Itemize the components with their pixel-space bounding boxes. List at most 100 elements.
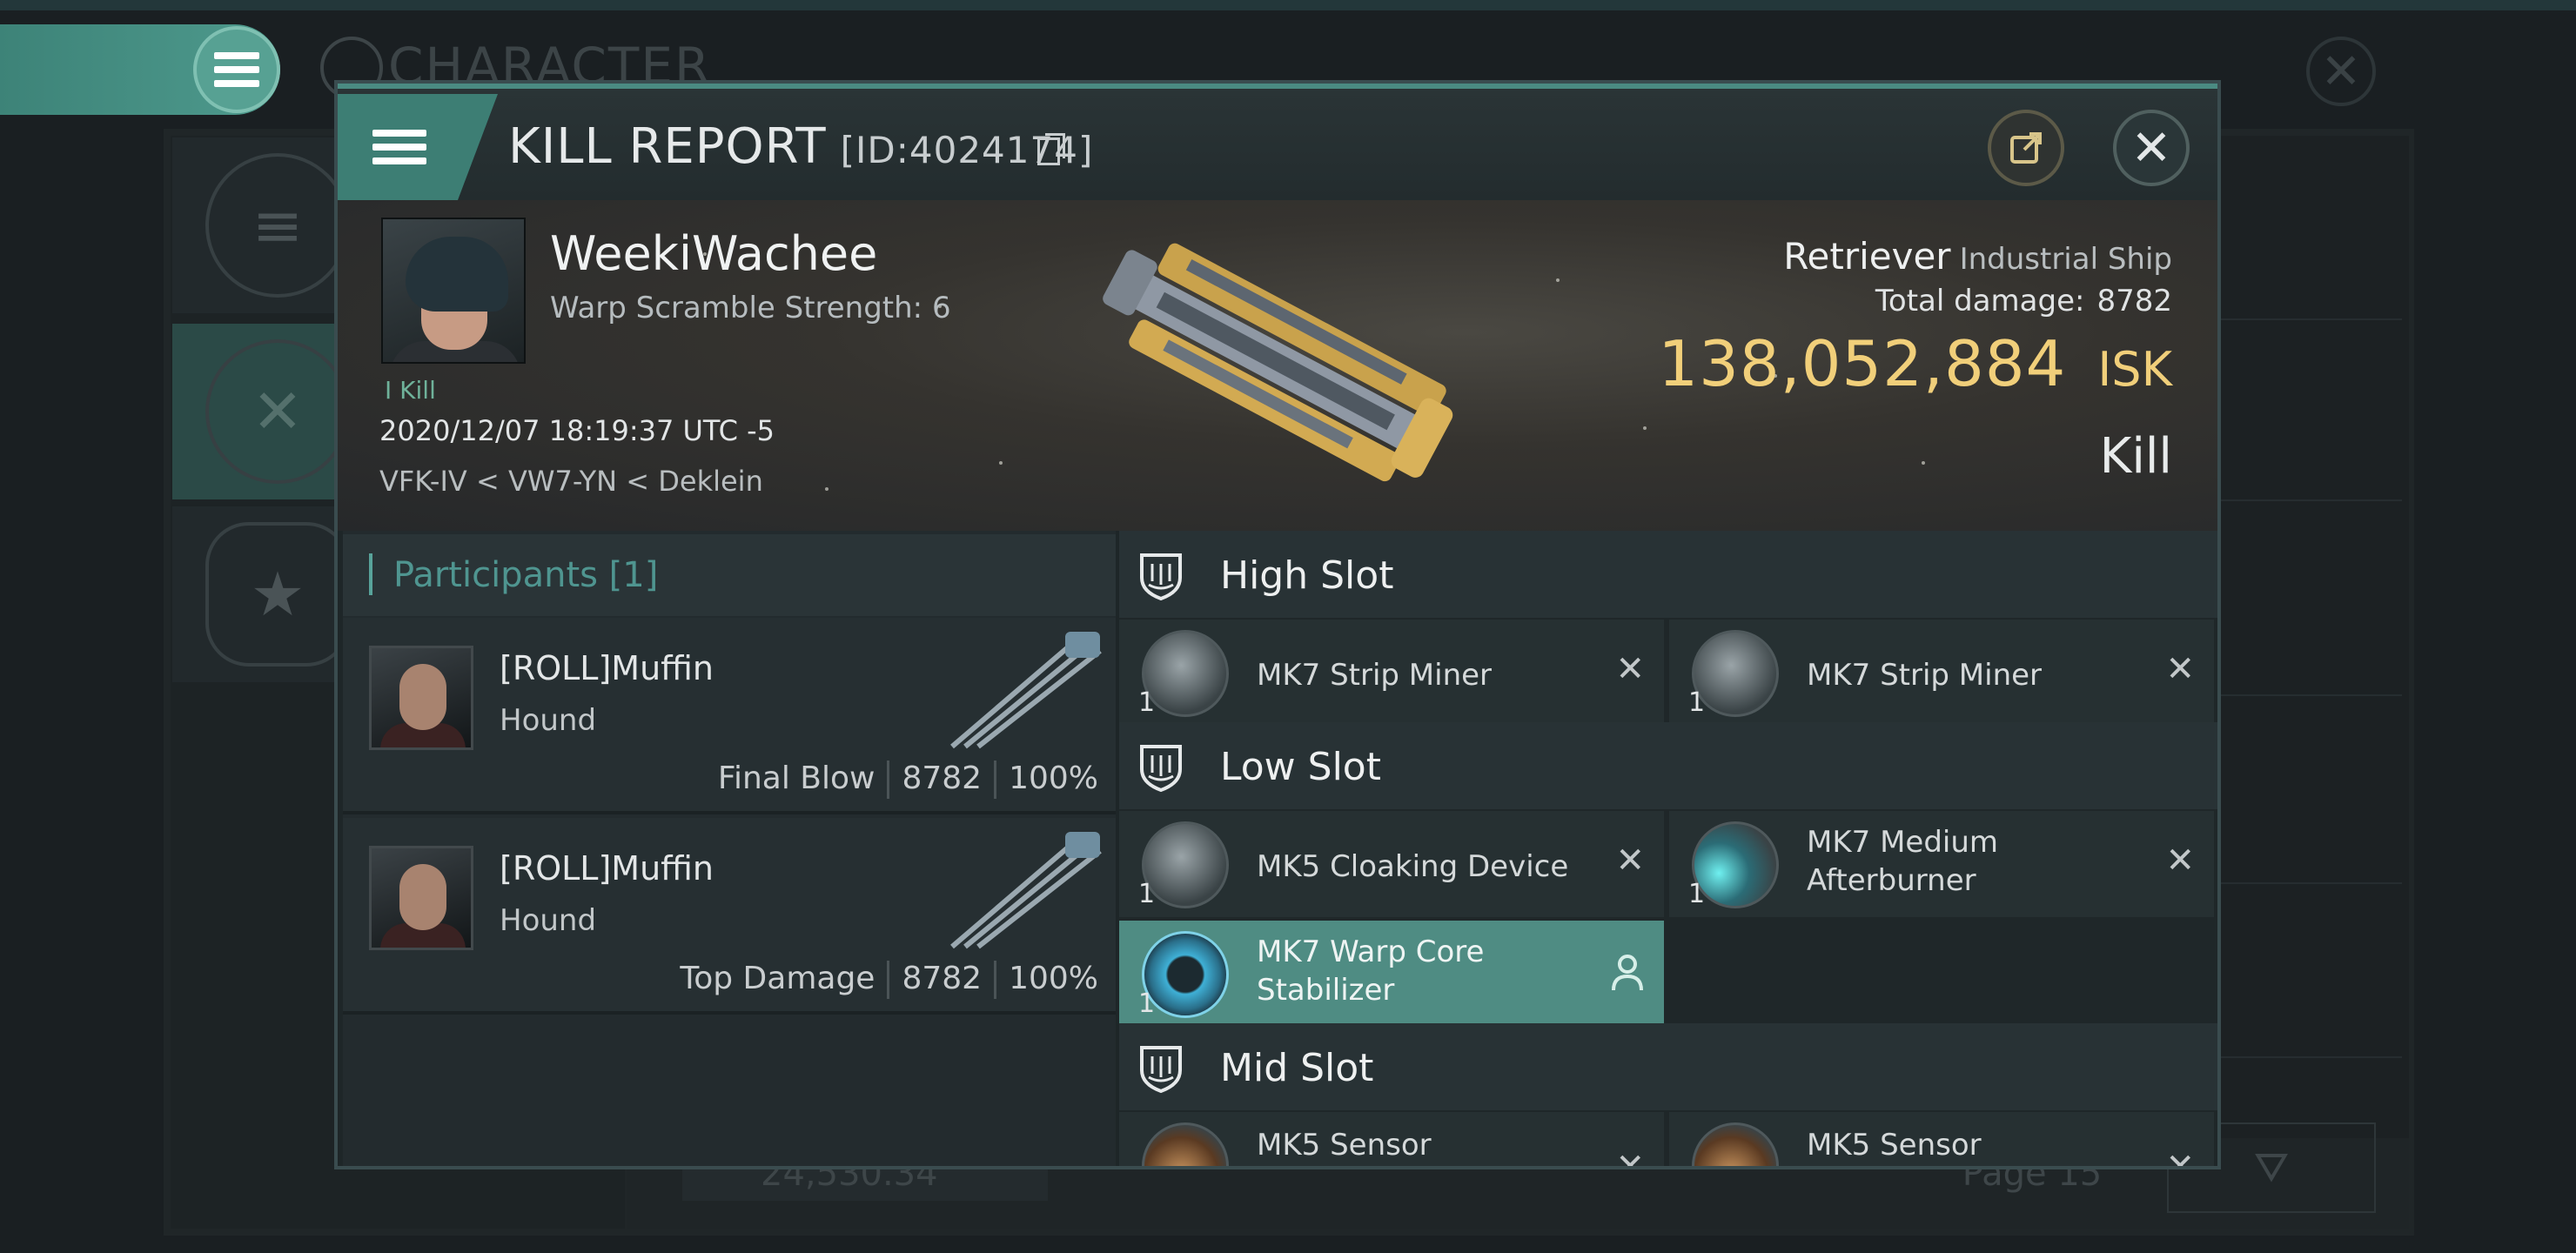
fitting-panel: High Slot 1 MK7 Strip Miner ✕ 1 MK7 Stri… bbox=[1119, 531, 2217, 1169]
high-slot-header: High Slot bbox=[1119, 531, 2217, 618]
participant-portrait[interactable] bbox=[369, 646, 473, 750]
ship-name-line: Retriever Industrial Ship bbox=[1783, 235, 2172, 278]
participant-ship: Hound bbox=[500, 703, 597, 738]
module-quantity: 1 bbox=[1138, 687, 1156, 718]
destroyed-icon: ✕ bbox=[1615, 1147, 1645, 1169]
sensor-icon bbox=[1692, 1122, 1779, 1166]
low-slot-header: Low Slot bbox=[1119, 722, 2217, 809]
ship-name: Retriever bbox=[1783, 235, 1951, 278]
background-close-button[interactable]: ✕ bbox=[2306, 37, 2376, 106]
module-name: MK7 Warp Core Stabilizer bbox=[1257, 933, 1484, 1009]
destroyed-icon: ✕ bbox=[1615, 649, 1645, 689]
participants-panel: Participants [1] [ROLL]Muffin Hound Fina… bbox=[343, 531, 1116, 1166]
participants-title: Participants [1] bbox=[393, 555, 659, 595]
slot-shield-icon bbox=[1140, 1046, 1182, 1093]
hamburger-icon bbox=[372, 130, 426, 164]
weapon-icon bbox=[950, 832, 1102, 949]
warp-scramble-strength: Warp Scramble Strength: 6 bbox=[550, 291, 951, 325]
close-icon: ✕ bbox=[2320, 43, 2362, 100]
list-icon: ≡ bbox=[205, 153, 350, 298]
module-slot[interactable]: MK5 Sensor ✕ bbox=[1119, 1112, 1664, 1169]
participant-row[interactable]: [ROLL]Muffin Hound Top Damage 8782 100% bbox=[343, 818, 1116, 1015]
module-quantity: 1 bbox=[1688, 687, 1706, 718]
participant-role: Final Blow bbox=[717, 761, 875, 796]
dialog-menu-button[interactable] bbox=[338, 94, 498, 200]
dialog-title: KILL REPORT [ID:4024174] bbox=[508, 118, 1093, 175]
module-name-line: MK7 Medium bbox=[1807, 825, 1999, 860]
participant-percent: 100% bbox=[1009, 961, 1098, 996]
isk-value: 138,052,884 bbox=[1658, 327, 2067, 400]
main-menu-button[interactable] bbox=[193, 26, 280, 113]
participant-stats: Final Blow 8782 100% bbox=[718, 761, 1098, 799]
module-slot[interactable]: 1 MK7 Strip Miner ✕ bbox=[1669, 620, 2214, 726]
victim-portrait[interactable] bbox=[381, 218, 526, 364]
module-slot[interactable]: 1 MK5 Cloaking Device ✕ bbox=[1119, 811, 1664, 917]
module-name: MK5 Cloaking Device bbox=[1257, 849, 1569, 884]
module-name: MK7 Strip Miner bbox=[1257, 658, 1493, 693]
module-quantity: 1 bbox=[1138, 879, 1156, 909]
result-label: Kill bbox=[2099, 428, 2172, 485]
module-name: MK7 Strip Miner bbox=[1807, 658, 2043, 693]
slot-shield-icon bbox=[1140, 745, 1182, 792]
kill-report-dialog: KILL REPORT [ID:4024174] ✕ WeekiWachee Wa… bbox=[334, 80, 2221, 1169]
participant-damage: 8782 bbox=[902, 961, 983, 996]
victim-ship-image bbox=[1103, 243, 1453, 482]
kill-location: VFK-IV < VW7-YN < Deklein bbox=[379, 465, 763, 498]
module-quantity: 1 bbox=[1688, 879, 1706, 909]
participant-role: Top Damage bbox=[680, 961, 875, 996]
module-name: MK5 Sensor bbox=[1807, 1128, 1982, 1163]
module-quantity: 1 bbox=[1138, 988, 1156, 1019]
module-slot[interactable]: 1 MK7 Medium Afterburner ✕ bbox=[1669, 811, 2214, 917]
participant-ship: Hound bbox=[500, 903, 597, 938]
participant-portrait[interactable] bbox=[369, 846, 473, 950]
star-icon: ★ bbox=[205, 522, 350, 667]
hamburger-icon bbox=[214, 52, 259, 87]
module-name-line: MK7 Warp Core bbox=[1257, 935, 1485, 969]
kill-timestamp: 2020/12/07 18:19:37 UTC -5 bbox=[379, 414, 775, 447]
close-button[interactable]: ✕ bbox=[2113, 110, 2190, 186]
participant-damage: 8782 bbox=[902, 761, 983, 796]
user-icon bbox=[1612, 955, 1643, 991]
participant-percent: 100% bbox=[1009, 761, 1098, 796]
participants-header: Participants [1] bbox=[343, 534, 1116, 616]
module-name-line: Afterburner bbox=[1807, 863, 1976, 898]
participant-name: [ROLL]Muffin bbox=[500, 649, 714, 687]
total-damage-value: 8782 bbox=[2096, 284, 2172, 318]
module-slot[interactable]: MK5 Sensor ✕ bbox=[1669, 1112, 2214, 1169]
copy-icon[interactable] bbox=[1037, 133, 1065, 165]
destroyed-icon: ✕ bbox=[2165, 649, 2195, 689]
destroyed-icon: ✕ bbox=[2165, 841, 2195, 881]
kill-tag: I Kill bbox=[385, 376, 436, 405]
share-icon bbox=[2010, 132, 2042, 164]
module-name: MK7 Medium Afterburner bbox=[1807, 823, 1998, 900]
module-slot[interactable]: 1 MK7 Warp Core Stabilizer bbox=[1119, 921, 1664, 1027]
participant-stats: Top Damage 8782 100% bbox=[680, 961, 1098, 999]
isk-value-line: 138,052,884 ISK bbox=[1658, 327, 2172, 400]
module-name: MK5 Sensor bbox=[1257, 1128, 1432, 1163]
victim-name: WeekiWachee bbox=[550, 226, 878, 281]
total-damage-label: Total damage: bbox=[1875, 284, 2085, 318]
participant-name: [ROLL]Muffin bbox=[500, 849, 714, 888]
mid-slot-header: Mid Slot bbox=[1119, 1023, 2217, 1110]
module-slot[interactable]: 1 MK7 Strip Miner ✕ bbox=[1119, 620, 1664, 726]
close-icon: ✕ bbox=[2130, 119, 2172, 177]
crossed-swords-icon: ✕ bbox=[205, 339, 350, 484]
sensor-icon bbox=[1142, 1122, 1229, 1166]
isk-unit: ISK bbox=[2097, 342, 2172, 397]
module-name-line: Stabilizer bbox=[1257, 973, 1395, 1008]
mid-slot-label: Mid Slot bbox=[1220, 1046, 1374, 1090]
share-button[interactable] bbox=[1988, 110, 2064, 186]
participant-row[interactable]: [ROLL]Muffin Hound Final Blow 8782 100% bbox=[343, 618, 1116, 814]
dialog-header: KILL REPORT [ID:4024174] ✕ bbox=[338, 84, 2217, 200]
dialog-title-text: KILL REPORT bbox=[508, 118, 827, 175]
destroyed-icon: ✕ bbox=[1615, 841, 1645, 881]
top-strip bbox=[0, 0, 2576, 10]
high-slot-label: High Slot bbox=[1220, 553, 1394, 598]
ship-class: Industrial Ship bbox=[1959, 242, 2172, 277]
destroyed-icon: ✕ bbox=[2165, 1147, 2195, 1169]
filter-icon: ⛛ bbox=[2253, 1142, 2290, 1192]
slot-shield-icon bbox=[1140, 553, 1182, 600]
victim-banner: WeekiWachee Warp Scramble Strength: 6 I … bbox=[338, 200, 2217, 531]
weapon-icon bbox=[950, 632, 1102, 749]
low-slot-label: Low Slot bbox=[1220, 745, 1381, 789]
